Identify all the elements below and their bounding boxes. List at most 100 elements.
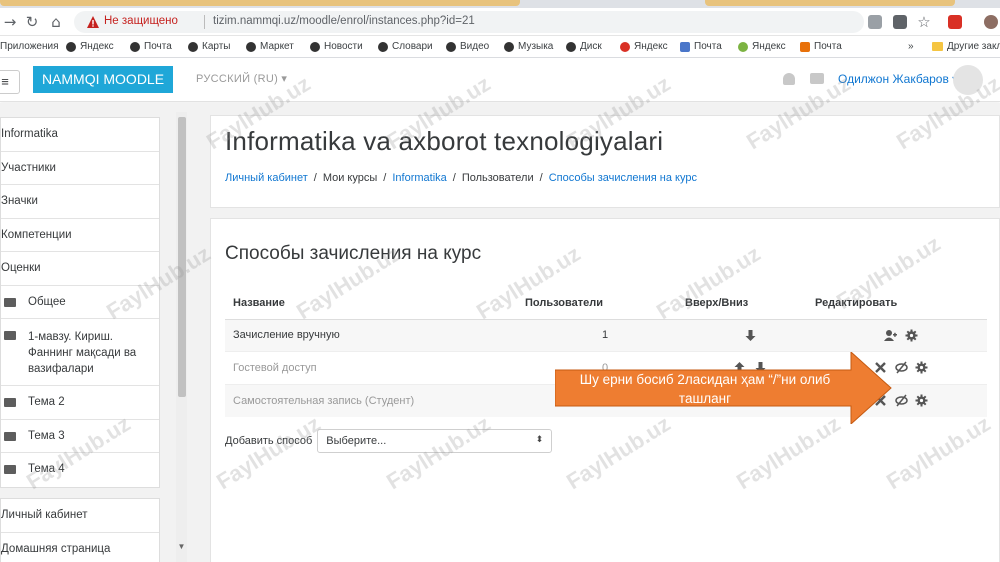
breadcrumb-separator: /	[383, 172, 387, 184]
page-title: Informatika va axborot texnologiyalari	[225, 126, 664, 156]
bookmark-item[interactable]: Яндекс	[738, 41, 786, 52]
message-icon[interactable]	[810, 73, 824, 84]
enrol-users-icon[interactable]	[884, 329, 898, 342]
bell-icon[interactable]	[783, 73, 795, 85]
maps-icon	[188, 41, 198, 52]
url-text[interactable]: tizim.nammqi.uz/moodle/enrol/instances.p…	[213, 15, 475, 27]
forward-icon[interactable]: →	[0, 12, 20, 32]
folder-icon	[4, 297, 16, 307]
sidebar-section[interactable]: Общее	[1, 286, 159, 319]
sidebar-item-participants[interactable]: Участники	[1, 152, 159, 185]
sidebar-item-competencies[interactable]: Компетенции	[1, 219, 159, 252]
yandex-icon	[66, 41, 76, 52]
bookmarks-overflow[interactable]: »	[908, 41, 914, 52]
reload-icon[interactable]: ↻	[22, 12, 42, 32]
breadcrumb-item: Мои курсы	[322, 172, 378, 184]
edit-cell	[815, 318, 987, 352]
add-method-row: Добавить способ Выберите... ⬍	[225, 429, 553, 453]
sidebar-item-grades[interactable]: Оценки	[1, 252, 159, 286]
page-header: Informatika va axborot texnologiyalari Л…	[210, 115, 1000, 208]
bookmark-item[interactable]: Почта	[680, 41, 722, 52]
address-bar-row: → ↻ ⌂ Не защищено tizim.nammqi.uz/moodle…	[0, 8, 1000, 36]
bookmark-item[interactable]: Почта	[800, 41, 842, 52]
breadcrumb-separator: /	[452, 172, 456, 184]
bookmark-item[interactable]: Музыка	[504, 41, 553, 52]
hide-icon[interactable]	[894, 394, 908, 407]
sidebar-item-badges[interactable]: Значки	[1, 185, 159, 219]
bookmark-item[interactable]: Словари	[378, 41, 433, 52]
bookmark-item[interactable]: Почта	[130, 41, 172, 52]
sidebar-item-course[interactable]: Informatika	[1, 118, 159, 152]
address-bar[interactable]: Не защищено tizim.nammqi.uz/moodle/enrol…	[74, 11, 864, 33]
bookmark-item[interactable]: Карты	[188, 41, 231, 52]
section-heading: Способы зачисления на курс	[225, 243, 482, 264]
bookmark-item[interactable]: Новости	[310, 41, 363, 52]
scrollbar-thumb[interactable]	[178, 117, 186, 397]
dictionary-icon	[378, 41, 388, 52]
music-icon	[504, 41, 514, 52]
table-header-row: Название Пользователи Вверх/Вниз Редакти…	[225, 287, 987, 320]
user-menu[interactable]: Одилжон Жакбаров ▾	[838, 72, 958, 86]
mail-icon	[800, 41, 810, 52]
bookmark-item[interactable]: Диск	[566, 41, 602, 52]
sidebar-section[interactable]: 1-мавзу. Кириш. Фаннинг мақсади ва вазиф…	[1, 319, 159, 386]
bookmark-item[interactable]: Яндекс	[66, 41, 114, 52]
avatar[interactable]	[953, 65, 983, 95]
scroll-down-icon[interactable]: ▼	[176, 542, 187, 553]
sidebar-section[interactable]: Тема 4	[1, 453, 159, 487]
site-brand[interactable]: NAMMQI MOODLE	[33, 66, 173, 93]
folder-icon	[4, 331, 16, 340]
folder-icon	[4, 398, 16, 407]
language-menu[interactable]: РУССКИЙ (RU) ▾	[196, 72, 287, 85]
browser-tab-strip	[0, 0, 1000, 8]
breadcrumb-item[interactable]: Личный кабинет	[225, 172, 308, 184]
mail-icon	[130, 41, 140, 52]
arrow-down-icon[interactable]	[744, 329, 757, 342]
bookmark-item[interactable]: Видео	[446, 41, 489, 52]
column-header: Редактировать	[815, 287, 987, 320]
home-icon[interactable]: ⌂	[46, 12, 66, 32]
add-method-label: Добавить способ	[225, 435, 313, 447]
translate-icon[interactable]	[893, 15, 907, 29]
video-icon	[446, 41, 456, 52]
sidebar-nav-secondary: Личный кабинет Домашняя страница	[0, 498, 160, 562]
security-label: Не защищено	[104, 15, 178, 27]
sidebar: Informatika Участники Значки Компетенции…	[0, 103, 188, 562]
bookmark-apps[interactable]: Приложения	[0, 41, 59, 52]
gear-icon[interactable]	[915, 394, 928, 407]
yandex-icon	[620, 41, 630, 52]
gear-icon[interactable]	[915, 361, 928, 374]
breadcrumb-item[interactable]: Informatika	[392, 172, 446, 184]
sidebar-item-dashboard[interactable]: Личный кабинет	[1, 499, 159, 533]
method-name: Гостевой доступ	[225, 351, 525, 384]
add-method-select[interactable]: Выберите... ⬍	[317, 429, 553, 453]
bookmark-item[interactable]: Маркет	[246, 41, 294, 52]
column-header: Пользователи	[525, 287, 685, 320]
extension-icon[interactable]	[868, 15, 882, 29]
profile-icon[interactable]	[984, 15, 998, 29]
bookmarks-bar: Приложения Яндекс Почта Карты Маркет Нов…	[0, 36, 1000, 58]
breadcrumb-item: Пользователи	[461, 172, 534, 184]
column-header: Вверх/Вниз	[685, 287, 815, 320]
bookmark-other[interactable]: Другие закл	[932, 41, 1000, 52]
star-icon[interactable]: ☆	[914, 12, 934, 32]
yandex-icon	[738, 41, 748, 52]
hide-icon[interactable]	[894, 361, 908, 374]
bookmark-item[interactable]: Яндекс	[620, 41, 668, 52]
column-header: Название	[225, 287, 525, 320]
breadcrumb-separator: /	[313, 172, 317, 184]
sidebar-section[interactable]: Тема 3	[1, 420, 159, 453]
browser-tab[interactable]	[705, 0, 955, 6]
sidebar-item-home[interactable]: Домашняя страница	[1, 533, 159, 562]
users-count: 1	[525, 318, 685, 352]
menu-toggle-button[interactable]: ≡	[0, 70, 20, 94]
sidebar-section[interactable]: Тема 2	[1, 386, 159, 420]
method-name: Зачисление вручную	[225, 318, 525, 352]
folder-icon	[4, 431, 16, 441]
breadcrumb-item[interactable]: Способы зачисления на курс	[549, 172, 697, 184]
pdf-icon[interactable]	[948, 15, 962, 29]
browser-tab[interactable]	[0, 0, 520, 6]
gear-icon[interactable]	[905, 329, 918, 342]
market-icon	[246, 41, 256, 52]
table-row: Зачисление вручную 1	[225, 318, 987, 352]
